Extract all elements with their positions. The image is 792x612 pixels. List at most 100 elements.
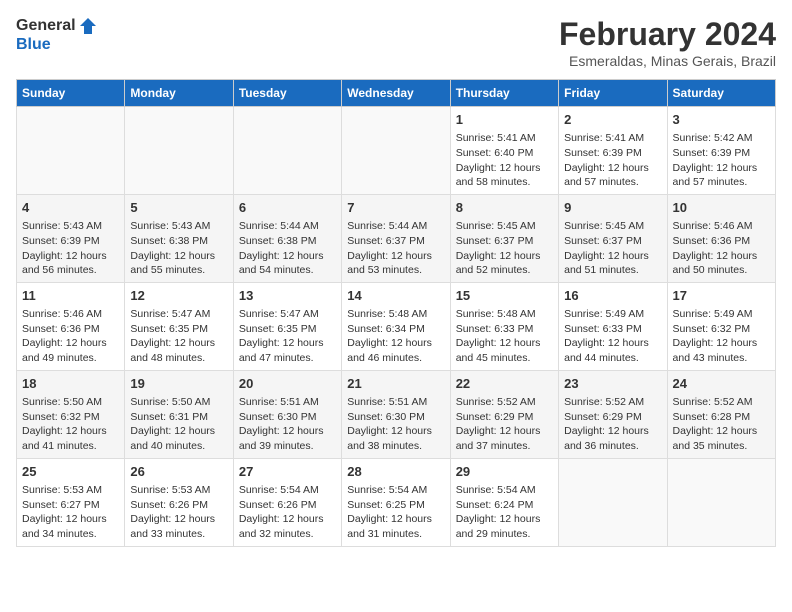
day-number: 5 [130, 199, 227, 217]
calendar-table: SundayMondayTuesdayWednesdayThursdayFrid… [16, 79, 776, 547]
day-info: Sunset: 6:31 PM [130, 410, 227, 425]
day-info: Sunset: 6:26 PM [130, 498, 227, 513]
calendar-cell: 14Sunrise: 5:48 AMSunset: 6:34 PMDayligh… [342, 282, 450, 370]
day-number: 23 [564, 375, 661, 393]
day-info: Sunset: 6:38 PM [239, 234, 336, 249]
day-info: and 36 minutes. [564, 439, 661, 454]
day-info: and 37 minutes. [456, 439, 553, 454]
day-number: 6 [239, 199, 336, 217]
day-info: Sunset: 6:25 PM [347, 498, 444, 513]
day-info: and 31 minutes. [347, 527, 444, 542]
day-info: Sunset: 6:28 PM [673, 410, 770, 425]
day-info: Sunrise: 5:54 AM [239, 483, 336, 498]
calendar-cell: 8Sunrise: 5:45 AMSunset: 6:37 PMDaylight… [450, 194, 558, 282]
day-info: Sunrise: 5:45 AM [456, 219, 553, 234]
calendar-cell [233, 107, 341, 195]
day-info: Sunrise: 5:54 AM [347, 483, 444, 498]
day-info: Sunset: 6:34 PM [347, 322, 444, 337]
day-info: Daylight: 12 hours [673, 161, 770, 176]
day-info: and 51 minutes. [564, 263, 661, 278]
day-info: Daylight: 12 hours [673, 336, 770, 351]
day-info: and 57 minutes. [564, 175, 661, 190]
day-info: Daylight: 12 hours [130, 336, 227, 351]
day-info: Sunrise: 5:49 AM [564, 307, 661, 322]
day-info: Daylight: 12 hours [347, 336, 444, 351]
calendar-cell [125, 107, 233, 195]
day-info: Sunset: 6:40 PM [456, 146, 553, 161]
day-info: Daylight: 12 hours [564, 336, 661, 351]
day-info: Daylight: 12 hours [347, 424, 444, 439]
calendar-cell: 2Sunrise: 5:41 AMSunset: 6:39 PMDaylight… [559, 107, 667, 195]
day-info: Sunrise: 5:48 AM [456, 307, 553, 322]
day-info: and 55 minutes. [130, 263, 227, 278]
day-info: and 49 minutes. [22, 351, 119, 366]
day-info: Sunset: 6:30 PM [239, 410, 336, 425]
day-info: Sunrise: 5:43 AM [22, 219, 119, 234]
day-info: and 34 minutes. [22, 527, 119, 542]
day-info: Sunrise: 5:52 AM [673, 395, 770, 410]
day-info: Sunrise: 5:45 AM [564, 219, 661, 234]
day-info: Sunrise: 5:53 AM [22, 483, 119, 498]
day-info: Daylight: 12 hours [22, 336, 119, 351]
calendar-cell: 13Sunrise: 5:47 AMSunset: 6:35 PMDayligh… [233, 282, 341, 370]
day-info: Sunset: 6:35 PM [130, 322, 227, 337]
day-info: Daylight: 12 hours [564, 249, 661, 264]
day-number: 11 [22, 287, 119, 305]
calendar-cell: 25Sunrise: 5:53 AMSunset: 6:27 PMDayligh… [17, 458, 125, 546]
day-info: and 50 minutes. [673, 263, 770, 278]
day-info: Sunset: 6:33 PM [564, 322, 661, 337]
day-info: Sunset: 6:36 PM [673, 234, 770, 249]
calendar-cell: 1Sunrise: 5:41 AMSunset: 6:40 PMDaylight… [450, 107, 558, 195]
day-number: 3 [673, 111, 770, 129]
day-info: Daylight: 12 hours [22, 512, 119, 527]
day-number: 22 [456, 375, 553, 393]
day-number: 10 [673, 199, 770, 217]
day-info: Sunrise: 5:53 AM [130, 483, 227, 498]
day-info: Sunrise: 5:50 AM [130, 395, 227, 410]
day-number: 7 [347, 199, 444, 217]
col-header-tuesday: Tuesday [233, 80, 341, 107]
calendar-cell: 6Sunrise: 5:44 AMSunset: 6:38 PMDaylight… [233, 194, 341, 282]
subtitle: Esmeraldas, Minas Gerais, Brazil [559, 53, 776, 69]
calendar-cell: 21Sunrise: 5:51 AMSunset: 6:30 PMDayligh… [342, 370, 450, 458]
calendar-cell: 23Sunrise: 5:52 AMSunset: 6:29 PMDayligh… [559, 370, 667, 458]
calendar-cell: 27Sunrise: 5:54 AMSunset: 6:26 PMDayligh… [233, 458, 341, 546]
calendar-cell: 16Sunrise: 5:49 AMSunset: 6:33 PMDayligh… [559, 282, 667, 370]
week-row-5: 25Sunrise: 5:53 AMSunset: 6:27 PMDayligh… [17, 458, 776, 546]
day-info: Sunrise: 5:41 AM [564, 131, 661, 146]
day-info: Sunrise: 5:44 AM [239, 219, 336, 234]
calendar-cell: 9Sunrise: 5:45 AMSunset: 6:37 PMDaylight… [559, 194, 667, 282]
week-row-4: 18Sunrise: 5:50 AMSunset: 6:32 PMDayligh… [17, 370, 776, 458]
calendar-cell: 5Sunrise: 5:43 AMSunset: 6:38 PMDaylight… [125, 194, 233, 282]
day-info: and 48 minutes. [130, 351, 227, 366]
day-info: and 41 minutes. [22, 439, 119, 454]
calendar-cell: 12Sunrise: 5:47 AMSunset: 6:35 PMDayligh… [125, 282, 233, 370]
day-info: and 56 minutes. [22, 263, 119, 278]
day-info: Sunset: 6:37 PM [564, 234, 661, 249]
day-info: Daylight: 12 hours [673, 249, 770, 264]
day-info: Sunset: 6:29 PM [564, 410, 661, 425]
day-number: 13 [239, 287, 336, 305]
day-info: Sunrise: 5:54 AM [456, 483, 553, 498]
day-info: and 54 minutes. [239, 263, 336, 278]
day-info: and 33 minutes. [130, 527, 227, 542]
col-header-wednesday: Wednesday [342, 80, 450, 107]
day-info: Daylight: 12 hours [564, 161, 661, 176]
calendar-cell [559, 458, 667, 546]
day-info: Daylight: 12 hours [22, 424, 119, 439]
day-info: Sunrise: 5:49 AM [673, 307, 770, 322]
day-info: and 58 minutes. [456, 175, 553, 190]
day-info: Sunset: 6:29 PM [456, 410, 553, 425]
day-info: Sunset: 6:39 PM [673, 146, 770, 161]
day-info: Daylight: 12 hours [456, 512, 553, 527]
day-info: Sunset: 6:27 PM [22, 498, 119, 513]
day-info: Sunrise: 5:43 AM [130, 219, 227, 234]
day-info: and 40 minutes. [130, 439, 227, 454]
day-info: Sunrise: 5:51 AM [239, 395, 336, 410]
day-info: Sunset: 6:30 PM [347, 410, 444, 425]
calendar-cell: 15Sunrise: 5:48 AMSunset: 6:33 PMDayligh… [450, 282, 558, 370]
calendar-cell: 4Sunrise: 5:43 AMSunset: 6:39 PMDaylight… [17, 194, 125, 282]
calendar-cell: 10Sunrise: 5:46 AMSunset: 6:36 PMDayligh… [667, 194, 775, 282]
day-info: Sunset: 6:37 PM [347, 234, 444, 249]
day-info: and 44 minutes. [564, 351, 661, 366]
